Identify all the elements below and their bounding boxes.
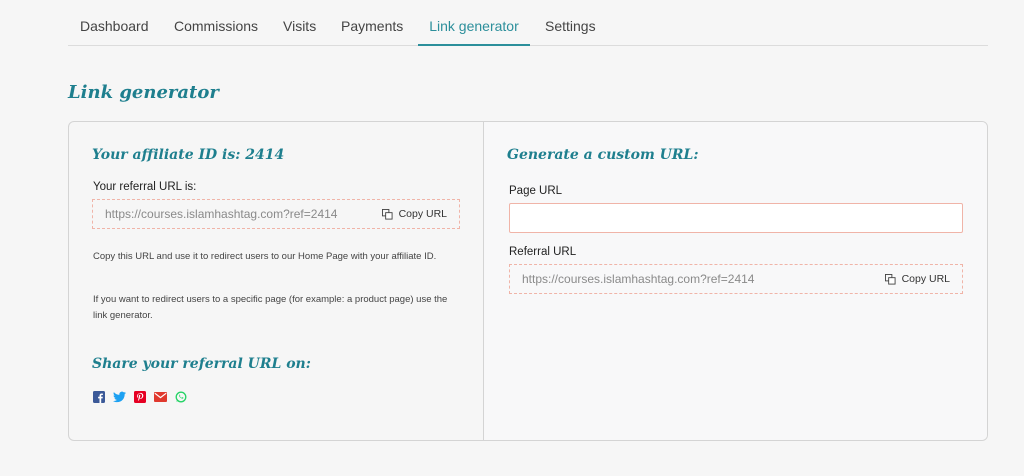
page-url-input[interactable] (509, 203, 963, 233)
affiliate-info-section: Your affiliate ID is: 2414 Your referral… (69, 122, 483, 440)
referral-url-label-right: Referral URL (509, 246, 577, 258)
copy-custom-url-button[interactable]: Copy URL (884, 273, 950, 285)
custom-url-section: Generate a custom URL: Page URL Referral… (483, 122, 987, 440)
custom-referral-url-box: https://courses.islamhashtag.com?ref=241… (509, 264, 963, 294)
tab-visits[interactable]: Visits (283, 18, 316, 46)
copy-icon (884, 273, 896, 285)
copy-url-label: Copy URL (398, 208, 447, 220)
share-icons (93, 391, 187, 403)
link-generator-panel: Your affiliate ID is: 2414 Your referral… (68, 121, 988, 441)
tab-payments[interactable]: Payments (341, 18, 403, 46)
nav-tabs: Dashboard Commissions Visits Payments Li… (68, 0, 988, 46)
custom-url-heading: Generate a custom URL: (507, 147, 699, 163)
copy-custom-url-label: Copy URL (901, 273, 950, 285)
pinterest-icon[interactable] (134, 391, 146, 403)
affiliate-id-heading: Your affiliate ID is: 2414 (92, 147, 285, 163)
copy-url-button[interactable]: Copy URL (381, 208, 447, 220)
copy-icon (381, 208, 393, 220)
page-title: Link generator (68, 82, 219, 103)
facebook-icon[interactable] (93, 391, 105, 403)
referral-url-label: Your referral URL is: (93, 181, 197, 193)
twitter-icon[interactable] (113, 391, 126, 403)
email-icon[interactable] (154, 392, 167, 402)
whatsapp-icon[interactable] (175, 391, 187, 403)
help-text-home: Copy this URL and use it to redirect use… (93, 251, 437, 262)
tab-settings[interactable]: Settings (545, 18, 596, 46)
help-text-link-generator: If you want to redirect users to a speci… (93, 294, 448, 321)
referral-url-text[interactable]: https://courses.islamhashtag.com?ref=241… (105, 207, 337, 221)
tab-commissions[interactable]: Commissions (174, 18, 258, 46)
share-heading: Share your referral URL on: (92, 356, 311, 372)
custom-referral-url-text[interactable]: https://courses.islamhashtag.com?ref=241… (522, 272, 754, 286)
referral-url-box: https://courses.islamhashtag.com?ref=241… (92, 199, 460, 229)
page-url-label: Page URL (509, 185, 563, 197)
tab-dashboard[interactable]: Dashboard (80, 18, 149, 46)
tab-link-generator[interactable]: Link generator (418, 18, 530, 46)
